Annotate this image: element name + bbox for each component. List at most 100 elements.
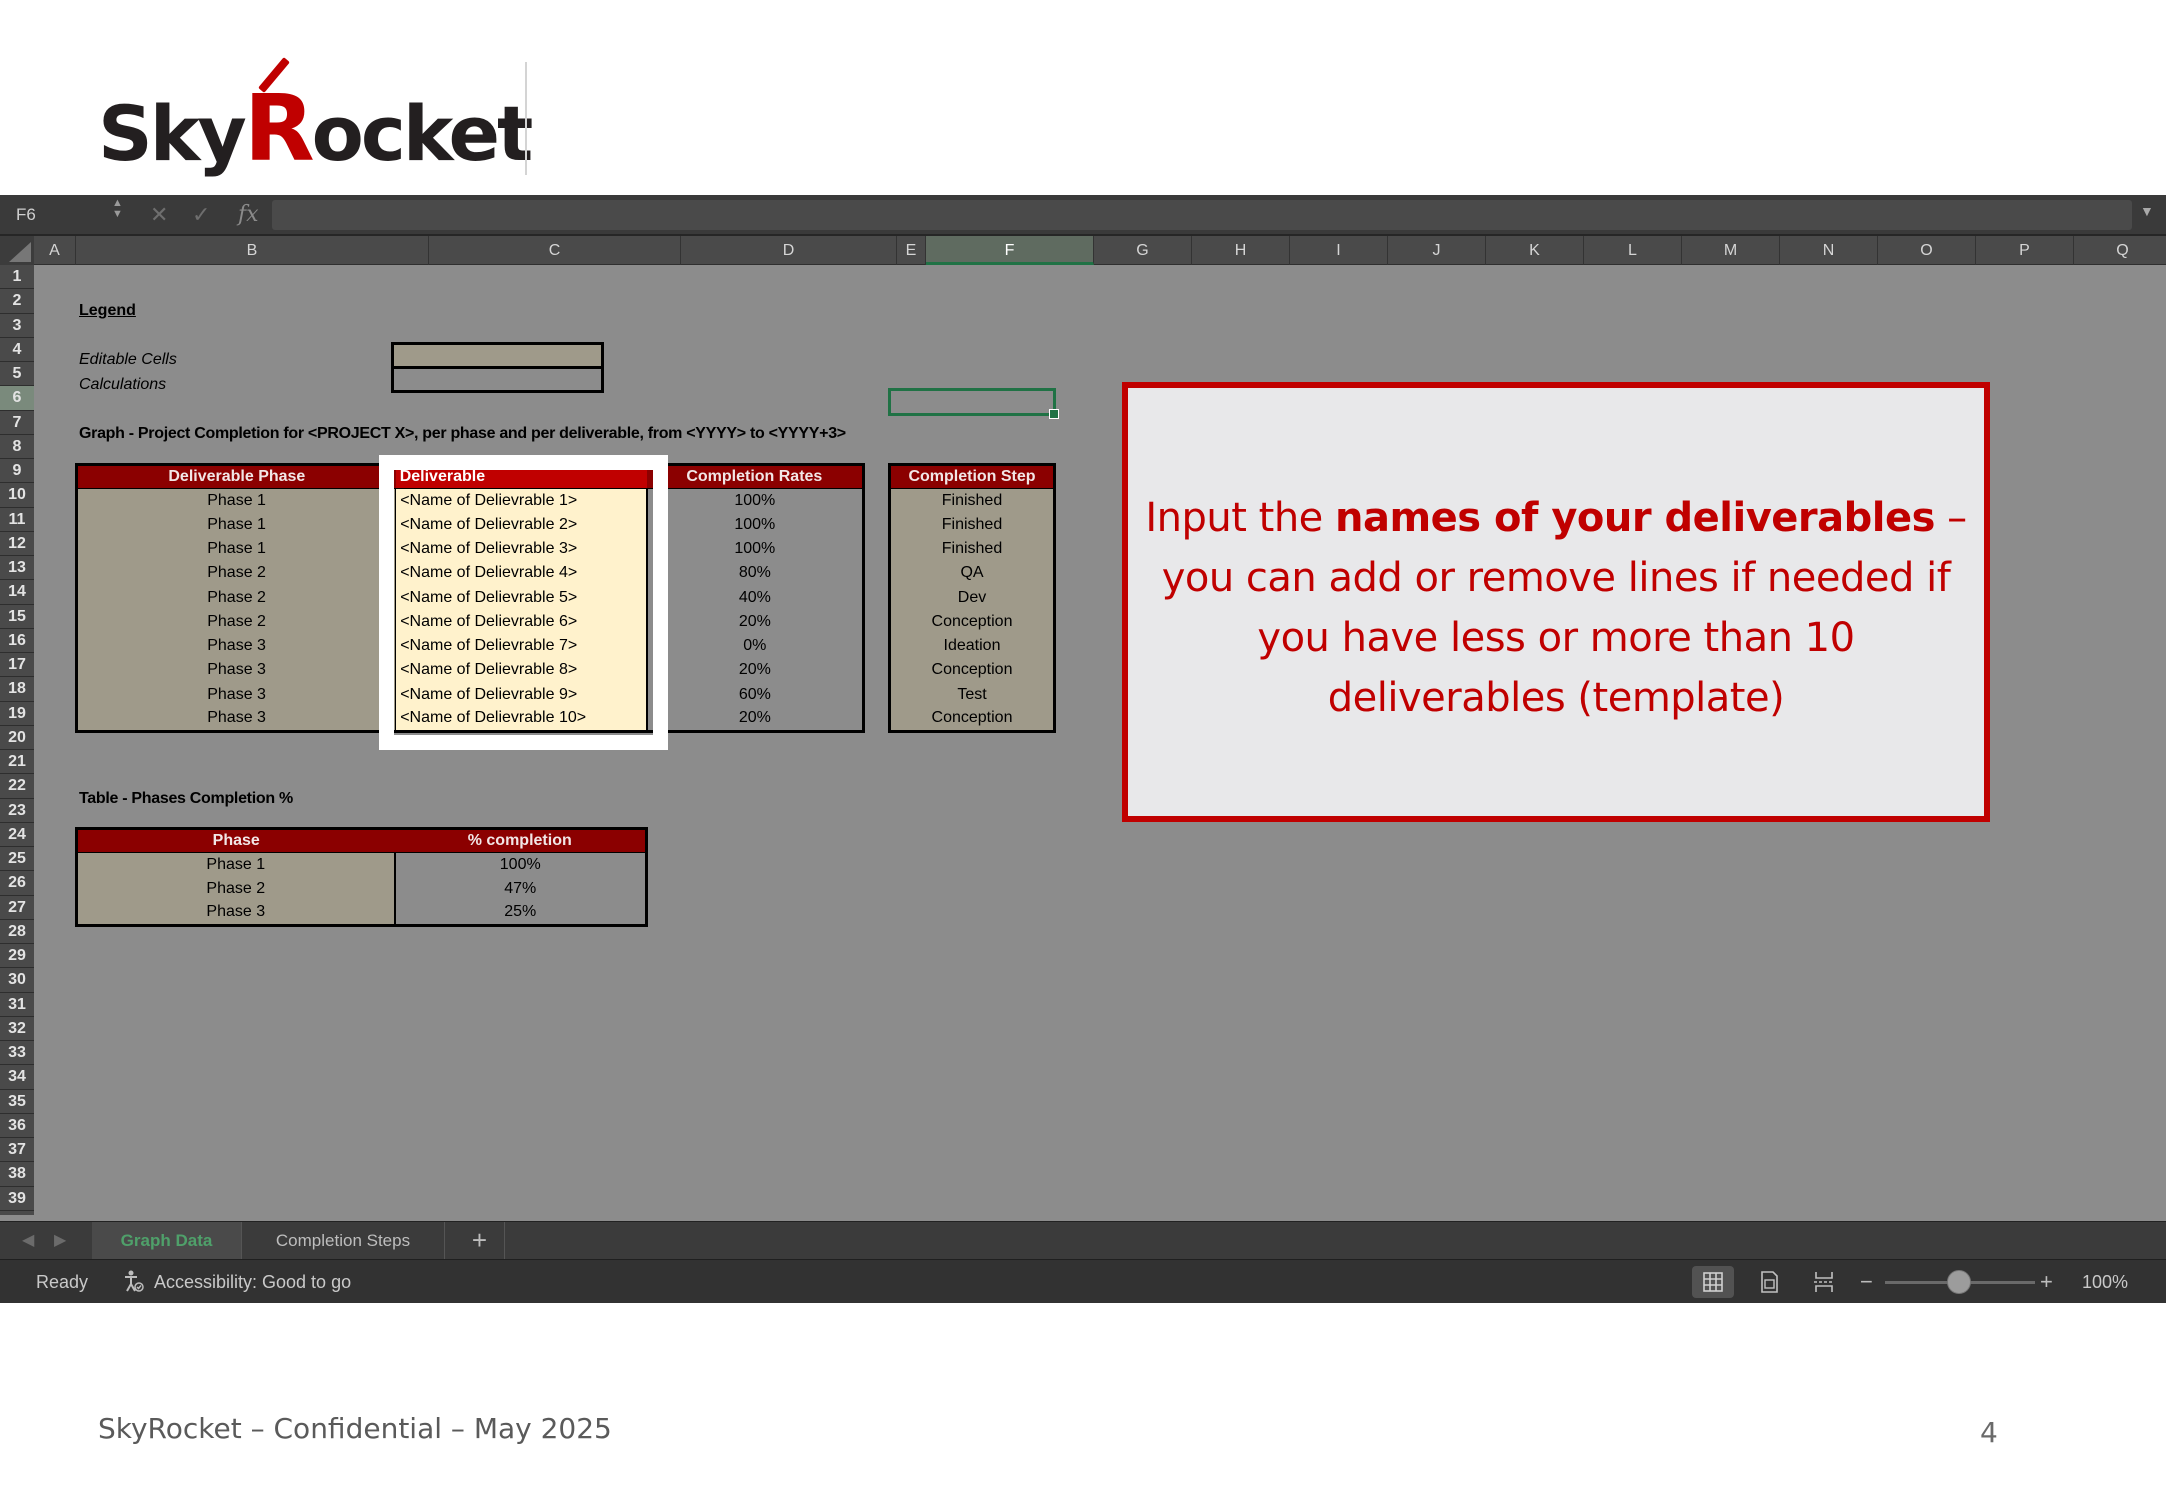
row-header-4[interactable]: 4: [0, 338, 34, 362]
row-header-35[interactable]: 35: [0, 1090, 34, 1114]
active-cell-f6[interactable]: [888, 388, 1059, 419]
phase-cell[interactable]: Phase 3: [76, 634, 397, 659]
completion-step-cell[interactable]: QA: [889, 561, 1055, 586]
completion-step-cell[interactable]: Conception: [889, 658, 1055, 683]
completion-rate-cell[interactable]: 60%: [646, 682, 864, 707]
row-header-34[interactable]: 34: [0, 1065, 34, 1090]
next-sheet-icon[interactable]: ▶: [54, 1230, 66, 1250]
row-header-5[interactable]: 5: [0, 362, 34, 387]
deliverable-name-cell[interactable]: <Name of Delievrable 8>: [395, 658, 648, 683]
phase-name-cell[interactable]: Phase 1: [76, 852, 396, 877]
deliverable-name-cell[interactable]: <Name of Delievrable 1>: [395, 488, 648, 513]
row-header-23[interactable]: 23: [0, 799, 34, 823]
confirm-icon[interactable]: ✓: [192, 201, 210, 229]
formula-input[interactable]: [272, 200, 2132, 230]
column-header-k[interactable]: K: [1486, 236, 1584, 265]
completion-rate-cell[interactable]: 20%: [646, 658, 864, 683]
tab-completion-steps[interactable]: Completion Steps: [242, 1222, 445, 1259]
phase-cell[interactable]: Phase 3: [76, 658, 397, 683]
name-box[interactable]: F6: [4, 200, 128, 230]
column-header-b[interactable]: B: [76, 236, 429, 265]
row-header-36[interactable]: 36: [0, 1114, 34, 1138]
completion-step-cell[interactable]: Ideation: [889, 634, 1055, 659]
deliverable-name-cell[interactable]: <Name of Delievrable 6>: [395, 609, 648, 634]
column-header-a[interactable]: A: [34, 236, 76, 265]
column-header-e[interactable]: E: [897, 236, 926, 265]
row-header-11[interactable]: 11: [0, 508, 34, 532]
row-header-13[interactable]: 13: [0, 556, 34, 581]
phase-cell[interactable]: Phase 1: [76, 488, 397, 513]
row-header-26[interactable]: 26: [0, 871, 34, 896]
deliverable-name-cell[interactable]: <Name of Delievrable 7>: [395, 634, 648, 659]
completion-rate-cell[interactable]: 80%: [646, 561, 864, 586]
row-header-27[interactable]: 27: [0, 896, 34, 920]
row-header-25[interactable]: 25: [0, 847, 34, 872]
row-header-15[interactable]: 15: [0, 605, 34, 629]
phase-pct-cell[interactable]: 25%: [394, 901, 647, 926]
row-header-6[interactable]: 6: [0, 386, 34, 411]
accessibility-icon[interactable]: [122, 1269, 144, 1293]
page-break-view-button[interactable]: [1803, 1266, 1845, 1298]
zoom-out-button[interactable]: −: [1860, 1269, 1873, 1295]
row-header-28[interactable]: 28: [0, 920, 34, 944]
column-header-h[interactable]: H: [1192, 236, 1290, 265]
row-header-31[interactable]: 31: [0, 993, 34, 1017]
row-header-1[interactable]: 1: [0, 265, 34, 290]
row-header-19[interactable]: 19: [0, 702, 34, 726]
add-sheet-button[interactable]: +: [455, 1222, 505, 1259]
column-header-i[interactable]: I: [1290, 236, 1388, 265]
page-layout-view-button[interactable]: [1748, 1266, 1790, 1298]
completion-step-cell[interactable]: Finished: [889, 512, 1055, 537]
row-header-2[interactable]: 2: [0, 289, 34, 314]
row-header-21[interactable]: 21: [0, 750, 34, 775]
completion-step-cell[interactable]: Conception: [889, 706, 1055, 731]
phase-cell[interactable]: Phase 2: [76, 561, 397, 586]
select-all-button[interactable]: [0, 236, 34, 265]
column-header-g[interactable]: G: [1094, 236, 1192, 265]
completion-rate-cell[interactable]: 100%: [646, 537, 864, 562]
column-header-d[interactable]: D: [681, 236, 897, 265]
tab-graph-data[interactable]: Graph Data: [92, 1222, 242, 1259]
previous-sheet-icon[interactable]: ◀: [22, 1230, 34, 1250]
zoom-in-button[interactable]: +: [2040, 1269, 2053, 1295]
row-header-38[interactable]: 38: [0, 1162, 34, 1187]
row-header-10[interactable]: 10: [0, 483, 34, 508]
phase-cell[interactable]: Phase 2: [76, 585, 397, 610]
column-header-p[interactable]: P: [1976, 236, 2074, 265]
row-header-22[interactable]: 22: [0, 774, 34, 799]
row-header-14[interactable]: 14: [0, 580, 34, 605]
phase-cell[interactable]: Phase 3: [76, 706, 397, 731]
phase-cell[interactable]: Phase 1: [76, 537, 397, 562]
completion-rate-cell[interactable]: 0%: [646, 634, 864, 659]
row-header-32[interactable]: 32: [0, 1017, 34, 1041]
completion-step-cell[interactable]: Dev: [889, 585, 1055, 610]
row-header-18[interactable]: 18: [0, 677, 34, 702]
row-header-9[interactable]: 9: [0, 459, 34, 484]
row-header-12[interactable]: 12: [0, 532, 34, 556]
deliverable-name-cell[interactable]: <Name of Delievrable 5>: [395, 585, 648, 610]
column-header-f[interactable]: F: [926, 236, 1094, 265]
deliverable-name-cell[interactable]: <Name of Delievrable 10>: [395, 706, 648, 731]
zoom-slider-handle[interactable]: [1947, 1270, 1971, 1294]
row-header-8[interactable]: 8: [0, 435, 34, 459]
completion-step-cell[interactable]: Conception: [889, 609, 1055, 634]
column-header-c[interactable]: C: [429, 236, 681, 265]
phase-name-cell[interactable]: Phase 2: [76, 876, 396, 901]
deliverable-name-cell[interactable]: <Name of Delievrable 2>: [395, 512, 648, 537]
completion-rate-cell[interactable]: 40%: [646, 585, 864, 610]
row-header-16[interactable]: 16: [0, 629, 34, 653]
column-header-l[interactable]: L: [1584, 236, 1682, 265]
column-header-m[interactable]: M: [1682, 236, 1780, 265]
completion-rate-cell[interactable]: 100%: [646, 512, 864, 537]
row-header-33[interactable]: 33: [0, 1041, 34, 1066]
completion-rate-cell[interactable]: 100%: [646, 488, 864, 513]
phase-pct-cell[interactable]: 47%: [394, 876, 647, 901]
completion-step-cell[interactable]: Finished: [889, 537, 1055, 562]
completion-rate-cell[interactable]: 20%: [646, 706, 864, 731]
row-header-3[interactable]: 3: [0, 314, 34, 338]
row-header-29[interactable]: 29: [0, 944, 34, 969]
completion-rate-cell[interactable]: 20%: [646, 609, 864, 634]
phase-name-cell[interactable]: Phase 3: [76, 901, 396, 926]
name-box-stepper-icon[interactable]: ▲ ▼: [112, 198, 123, 220]
zoom-level[interactable]: 100%: [2082, 1272, 2128, 1293]
